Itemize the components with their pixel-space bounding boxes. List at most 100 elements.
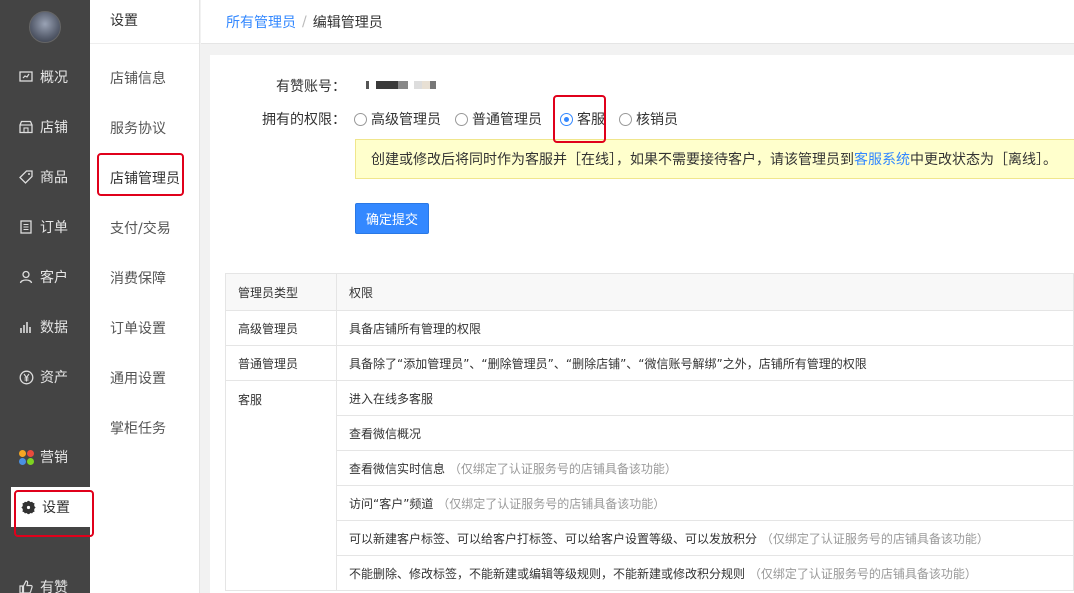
role-radio-senior-admin[interactable]: 高级管理员 (354, 109, 441, 129)
permission-text: 查看微信实时信息 (349, 461, 446, 476)
permission-note: （仅绑定了认证服务号的店铺具备该功能） (437, 496, 666, 511)
breadcrumb-all-admins[interactable]: 所有管理员 (226, 12, 296, 32)
breadcrumb-current: 编辑管理员 (312, 14, 383, 31)
subnav-item-store-admins[interactable]: 店铺管理员 (110, 168, 180, 188)
nav-item-youzan[interactable]: 有赞 (0, 567, 90, 593)
dashboard-icon (18, 69, 34, 85)
admin-type-cell: 客服 (225, 380, 337, 591)
radio-circle[interactable] (455, 112, 468, 126)
role-radio-verifier[interactable]: 核销员 (619, 109, 678, 129)
notice-text-after: 中更改状态为［离线］。 (910, 152, 1057, 168)
nav-item-data[interactable]: 数据 (0, 307, 90, 347)
role-radio-group: 高级管理员 普通管理员 客服 核销员 (354, 109, 692, 129)
permission-text: 具备店铺所有管理的权限 (349, 321, 482, 336)
avatar[interactable] (29, 11, 61, 43)
radio-label: 高级管理员 (371, 112, 441, 128)
subnav-item-consumer-protection[interactable]: 消费保障 (110, 268, 166, 288)
gear-icon (20, 499, 36, 515)
subnav-item-service-agreement[interactable]: 服务协议 (110, 118, 166, 138)
nav-item-label: 有赞 (40, 580, 68, 593)
table-row: 访问“客户”频道 （仅绑定了认证服务号的店铺具备该功能） (226, 485, 1074, 521)
permission-cell: 进入在线多客服 (336, 380, 1074, 416)
table-row: 客服 进入在线多客服 (225, 380, 1074, 591)
breadcrumb-separator: / (302, 13, 307, 30)
table-row: 查看微信概况 (226, 415, 1074, 451)
submit-button[interactable]: 确定提交 (355, 203, 429, 234)
permission-text: 不能删除、修改标签，不能新建或编辑等级规则，不能新建或修改积分规则 (349, 566, 746, 581)
account-value-redacted (366, 81, 436, 89)
radio-circle[interactable] (354, 112, 367, 126)
permission-text: 可以新建客户标签、可以给客户打标签、可以给客户设置等级、可以发放积分 (349, 531, 758, 546)
subnav-item-order-settings[interactable]: 订单设置 (110, 318, 166, 338)
permission-note: （仅绑定了认证服务号的店铺具备该功能） (760, 531, 989, 546)
table-header-row: 管理员类型 权限 (225, 273, 1074, 311)
nav-item-label: 资产 (40, 370, 68, 386)
nav-item-label: 设置 (42, 500, 70, 516)
permission-cell: 具备除了“添加管理员”、“删除管理员”、“删除店铺”、“微信账号解绑”之外，店铺… (336, 345, 1074, 381)
nav-item-label: 客户 (40, 270, 68, 286)
permission-cell: 查看微信实时信息 （仅绑定了认证服务号的店铺具备该功能） (336, 450, 1074, 486)
order-icon (18, 219, 34, 235)
radio-circle-selected[interactable] (560, 112, 573, 126)
subnav-title: 设置 (90, 0, 199, 44)
permission-cell: 具备店铺所有管理的权限 (336, 310, 1074, 346)
nav-item-customers[interactable]: 客户 (0, 257, 90, 297)
permission-cell: 不能删除、修改标签，不能新建或编辑等级规则，不能新建或修改积分规则 （仅绑定了认… (336, 555, 1074, 591)
subnav-item-general-settings[interactable]: 通用设置 (110, 368, 166, 388)
yen-icon (18, 369, 34, 385)
nav-item-label: 店铺 (40, 120, 68, 136)
column-header-permission: 权限 (336, 273, 1074, 311)
nav-item-label: 数据 (40, 320, 68, 336)
column-header-type: 管理员类型 (225, 273, 337, 311)
table-row: 普通管理员 具备除了“添加管理员”、“删除管理员”、“删除店铺”、“微信账号解绑… (225, 345, 1074, 381)
main-nav: 概况 店铺 商品 订单 客户 数据 资产 营销 设置 有赞 (0, 0, 90, 593)
radio-label: 普通管理员 (472, 112, 542, 128)
subnav-item-store-info[interactable]: 店铺信息 (110, 68, 166, 88)
table-row: 查看微信实时信息 （仅绑定了认证服务号的店铺具备该功能） (226, 450, 1074, 486)
customer-service-notice: 创建或修改后将同时作为客服并［在线］，如果不需要接待客户，请该管理员到 客服系统中… (355, 139, 1074, 179)
store-icon (18, 119, 34, 135)
radio-label: 核销员 (636, 112, 678, 128)
nav-item-orders[interactable]: 订单 (0, 207, 90, 247)
nav-item-store[interactable]: 店铺 (0, 107, 90, 147)
permission-note: （仅绑定了认证服务号的店铺具备该功能） (748, 566, 977, 581)
radio-circle[interactable] (619, 112, 632, 126)
role-radio-customer-service[interactable]: 客服 (560, 109, 605, 129)
permission-table: 管理员类型 权限 高级管理员 具备店铺所有管理的权限 普通管理员 具备除了“添加… (225, 273, 1074, 591)
permission-text: 访问“客户”频道 (349, 496, 434, 511)
nav-item-goods[interactable]: 商品 (0, 157, 90, 197)
permission-cell: 可以新建客户标签、可以给客户打标签、可以给客户设置等级、可以发放积分 （仅绑定了… (336, 520, 1074, 556)
customer-service-system-link[interactable]: 客服系统 (854, 149, 910, 169)
nav-item-label: 商品 (40, 170, 68, 186)
tag-icon (18, 169, 34, 185)
nav-item-assets[interactable]: 资产 (0, 357, 90, 397)
settings-subnav: 设置 店铺信息 服务协议 店铺管理员 支付/交易 消费保障 订单设置 通用设置 … (90, 0, 200, 593)
account-label: 有赞账号： (276, 79, 346, 95)
admin-type-cell: 普通管理员 (225, 345, 337, 381)
permission-label: 拥有的权限： (262, 112, 346, 128)
table-row: 高级管理员 具备店铺所有管理的权限 (225, 310, 1074, 346)
breadcrumb: 所有管理员 / 编辑管理员 (201, 0, 1074, 44)
table-row: 可以新建客户标签、可以给客户打标签、可以给客户设置等级、可以发放积分 （仅绑定了… (226, 520, 1074, 556)
nav-item-label: 订单 (40, 220, 68, 236)
permission-cell: 访问“客户”频道 （仅绑定了认证服务号的店铺具备该功能） (336, 485, 1074, 521)
role-radio-normal-admin[interactable]: 普通管理员 (455, 109, 542, 129)
nav-item-marketing[interactable]: 营销 (0, 437, 90, 477)
radio-label: 客服 (577, 112, 605, 128)
marketing-icon (18, 449, 34, 465)
subnav-item-payment[interactable]: 支付/交易 (110, 218, 171, 238)
permission-text: 进入在线多客服 (349, 391, 434, 406)
permission-note: （仅绑定了认证服务号的店铺具备该功能） (448, 461, 677, 476)
chart-icon (18, 319, 34, 335)
admin-type-cell: 高级管理员 (225, 310, 337, 346)
nav-item-label: 营销 (40, 450, 68, 466)
user-icon (18, 269, 34, 285)
nav-item-label: 概况 (40, 70, 68, 86)
permission-cell: 查看微信概况 (336, 415, 1074, 451)
table-row: 不能删除、修改标签，不能新建或编辑等级规则，不能新建或修改积分规则 （仅绑定了认… (226, 555, 1074, 591)
nav-item-settings[interactable]: 设置 (11, 487, 90, 527)
permission-text: 查看微信概况 (349, 426, 422, 441)
subnav-item-shopkeeper-tasks[interactable]: 掌柜任务 (110, 418, 166, 438)
nav-item-overview[interactable]: 概况 (0, 57, 90, 97)
thumb-up-icon (18, 579, 34, 593)
